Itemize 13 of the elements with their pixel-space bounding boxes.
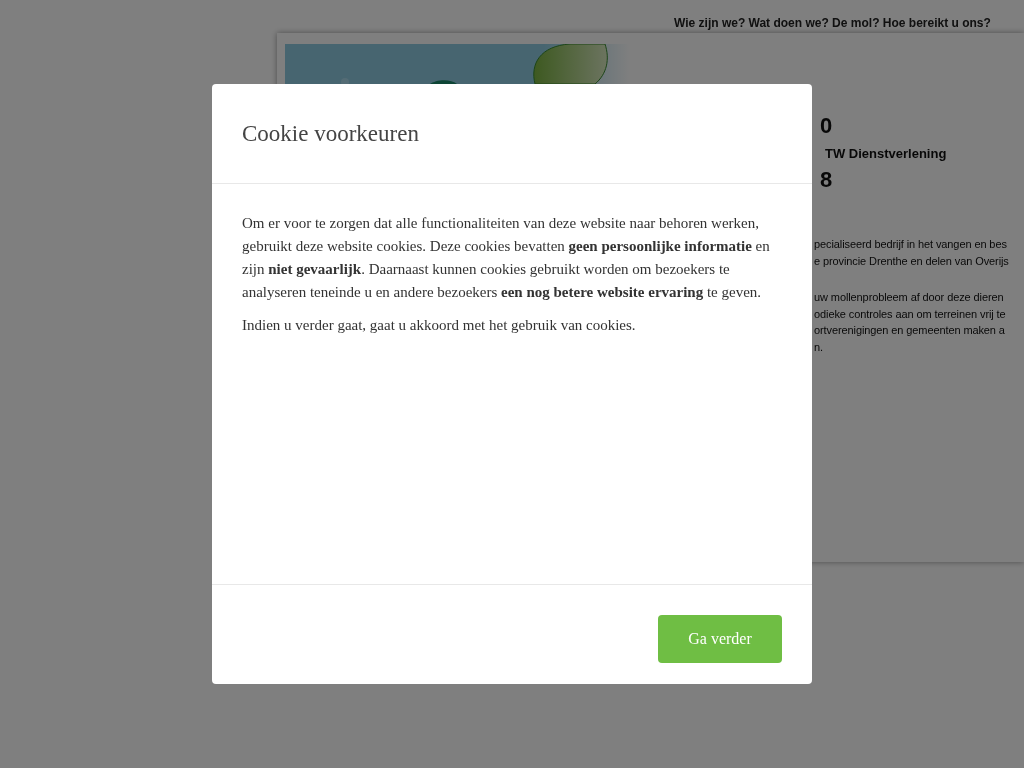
dialog-text: Indien u verder gaat, gaat u akkoord met het gebruik van cookies. [242, 316, 637, 335]
nav-links[interactable]: Wie zijn we? Wat doen we? De mol? Hoe bereikt u ons? [674, 16, 991, 30]
heading-fragment: TW Dienstverlening [825, 145, 948, 163]
text-fragment: uw mollenprobleem af door deze dieren [814, 290, 1005, 305]
text-fragment: ortverenigingen en gemeenten maken a [814, 323, 1006, 338]
heading-fragment: 8 [820, 166, 834, 194]
text-fragment: odieke controles aan om terreinen vrij te [814, 306, 1007, 322]
dialog-title: Cookie voorkeuren [242, 120, 419, 147]
text-fragment: n. [814, 339, 824, 355]
heading-fragment: 0 [820, 112, 834, 140]
text-fragment: pecialiseerd bedrijf in het vangen en bes [814, 237, 1008, 252]
dialog-text: Om er voor te zorgen dat alle functionaliteiten van deze website naar behoren werken, gebruikt deze website cookies. Deze cookies bevatten geen persoonlijke informatie en zijn niet gevaarlijk. Daarnaast kunnen cookies gebruikt worden om bezoekers te analyseren teneinde u en andere bezoekers een nog betere website ervaring te geven. [242, 214, 771, 302]
text-fragment: e provincie Drenthe en delen van Overijs [814, 253, 1009, 269]
